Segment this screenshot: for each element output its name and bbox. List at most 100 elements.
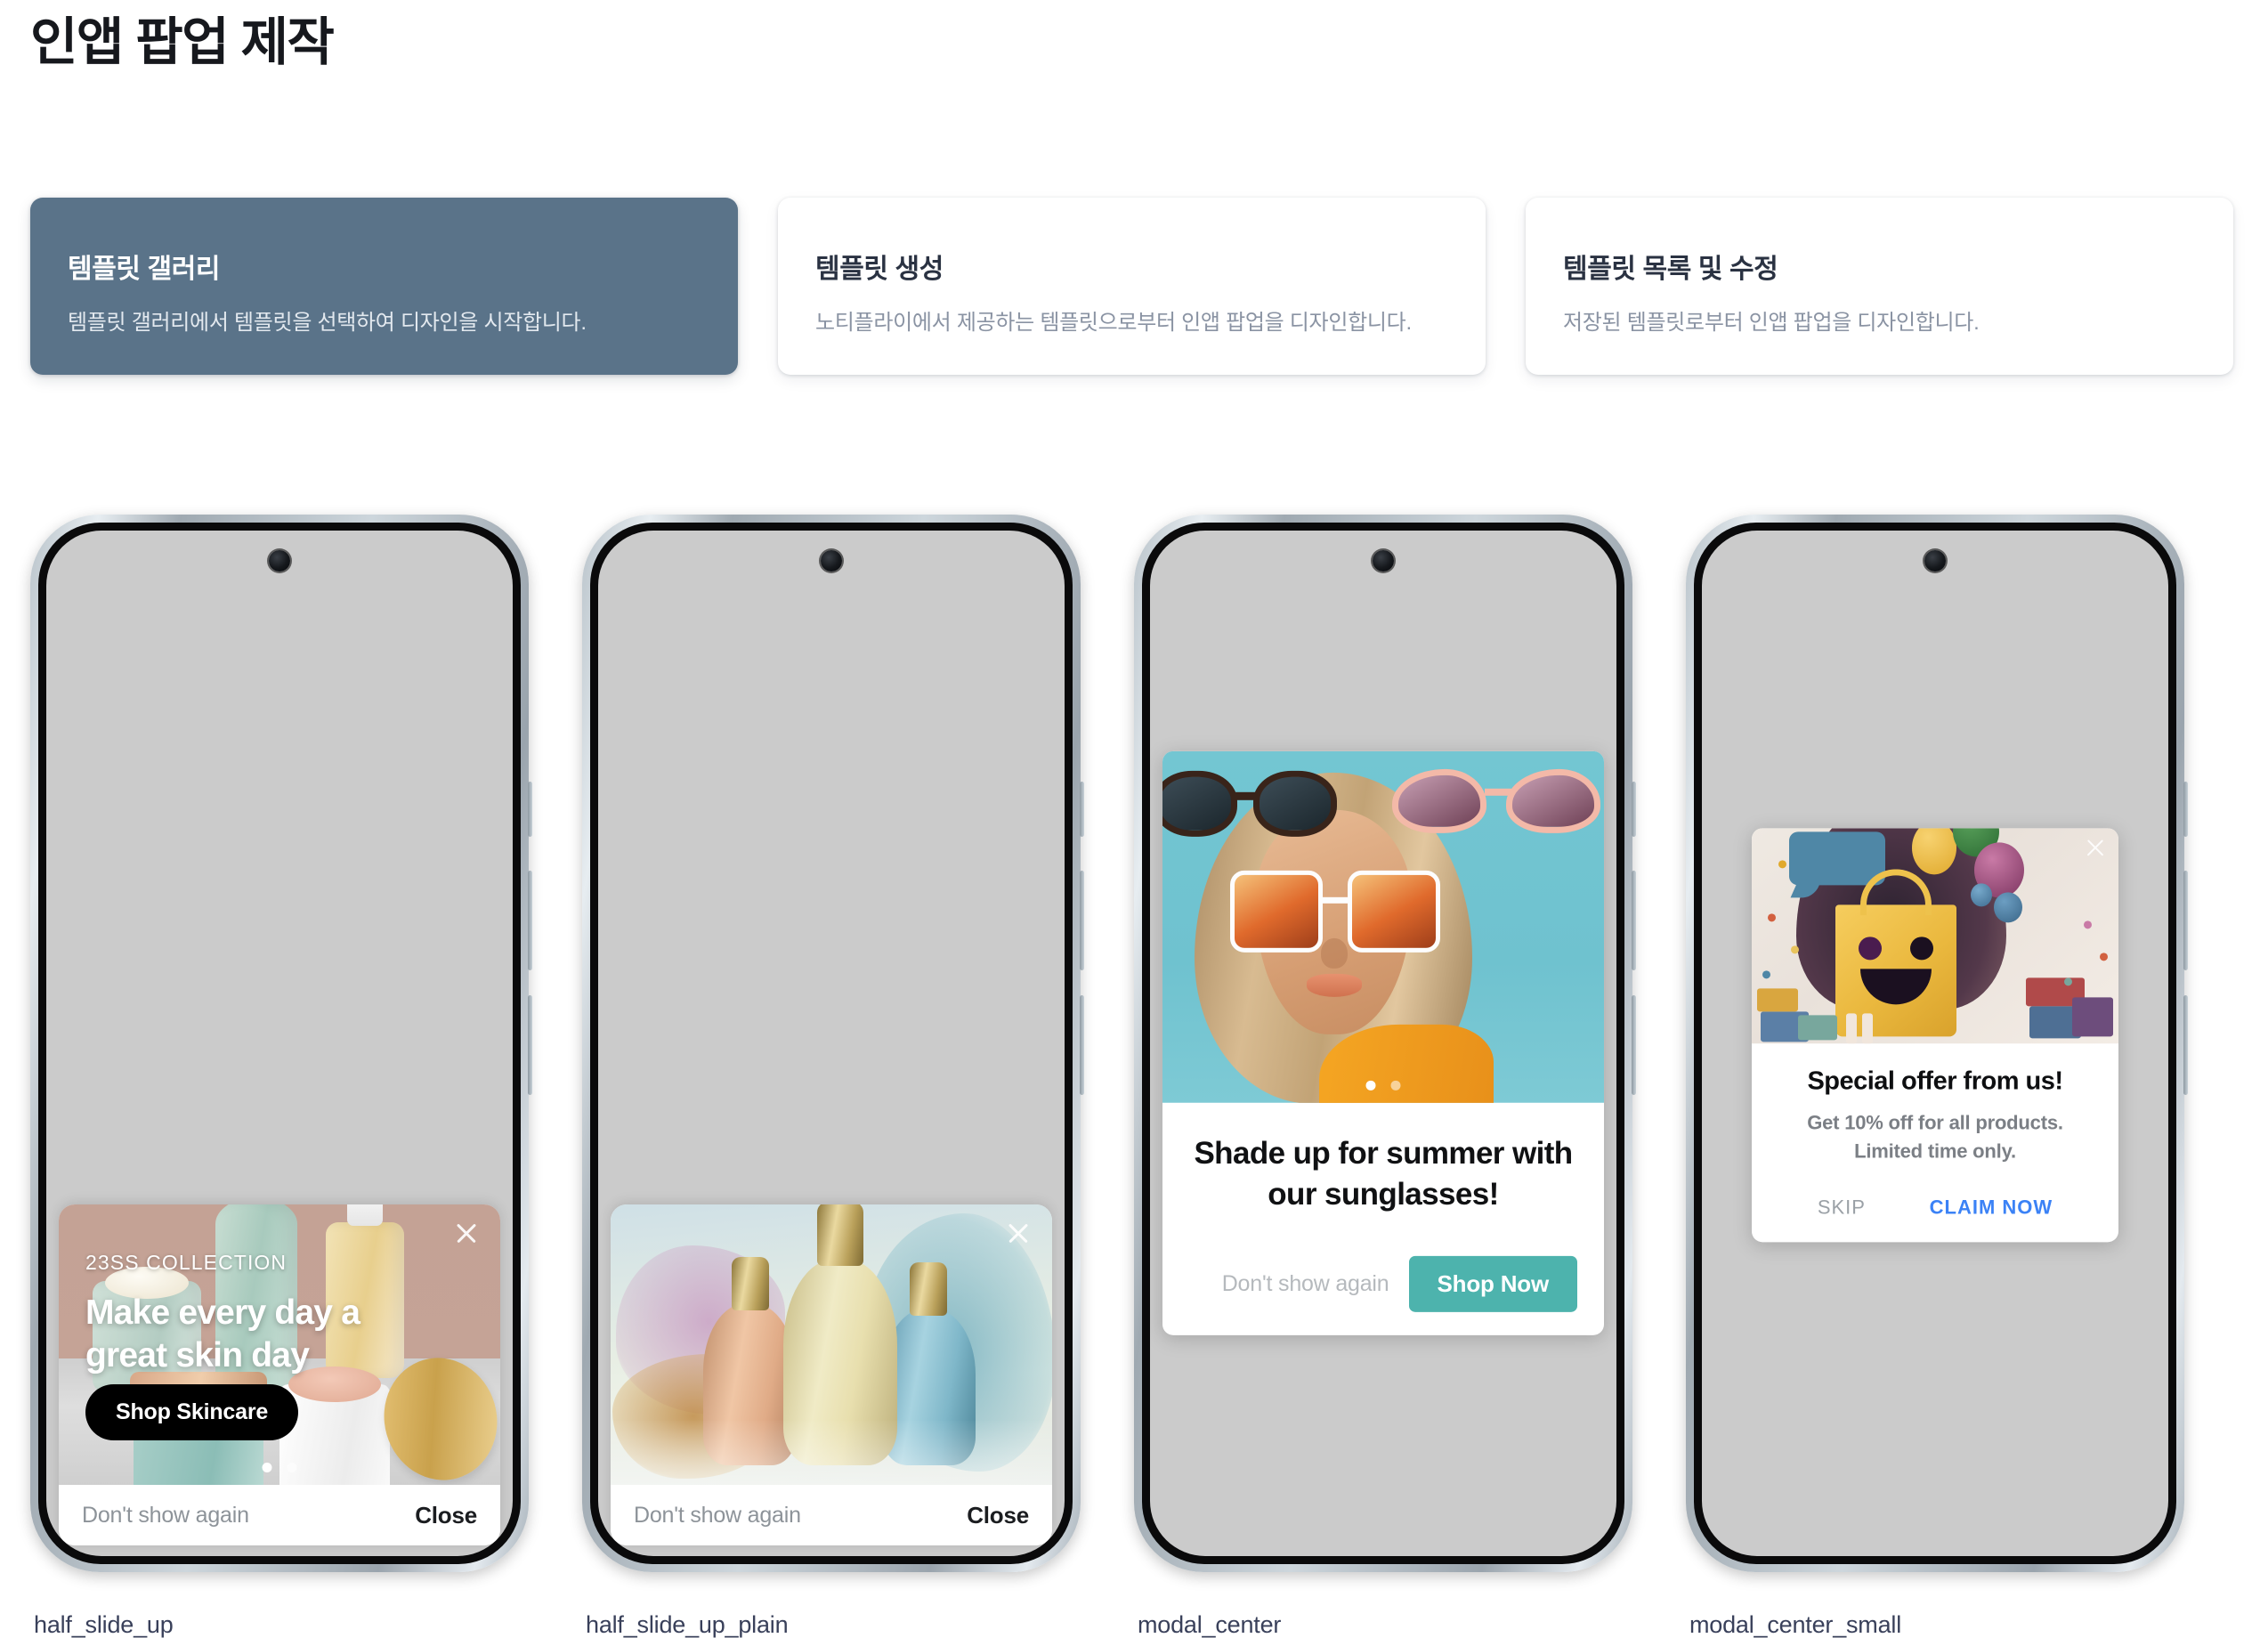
modal-center-small-popup[interactable]: Special offer from us! Get 10% off for a…	[1752, 828, 2118, 1243]
popup-hero-image: 23SS COLLECTION Make every day a great s…	[59, 1204, 500, 1485]
carousel-dot[interactable]	[287, 1463, 297, 1472]
carousel-dot[interactable]	[1390, 1080, 1401, 1091]
popup-subtext: Get 10% off for all products. Limited ti…	[1770, 1108, 2101, 1165]
popup-body: Special offer from us! Get 10% off for a…	[1752, 1043, 2118, 1242]
phone-volume-down-button	[2183, 995, 2188, 1095]
lens-left	[1230, 870, 1323, 953]
popup-eyebrow: 23SS COLLECTION	[85, 1251, 288, 1274]
popup-hero-image	[1752, 828, 2118, 1044]
speech-bubble-icon	[1789, 831, 1885, 886]
close-icon[interactable]	[452, 1219, 481, 1247]
phone-screen: 23SS COLLECTION Make every day a great s…	[46, 531, 513, 1556]
popup-headline: Special offer from us!	[1807, 1066, 2063, 1096]
confetti	[2084, 920, 2092, 929]
sunglasses-dark	[1162, 770, 1337, 840]
gift-box	[1798, 1015, 1837, 1041]
popup-subtext-line2: Limited time only.	[1854, 1139, 2016, 1163]
shop-now-button[interactable]: Shop Now	[1408, 1256, 1577, 1313]
sunglasses-pink	[1392, 768, 1600, 844]
skip-button[interactable]: SKIP	[1818, 1196, 1866, 1219]
popup-cta-button[interactable]: Shop Skincare	[85, 1384, 299, 1440]
template-preview-half-slide-up-plain[interactable]: Don't show again Close half_slide_up_pla…	[582, 515, 1134, 1638]
page-title: 인앱 팝업 제작	[30, 13, 335, 71]
candle	[1846, 1013, 1857, 1044]
template-name-label: half_slide_up_plain	[586, 1611, 789, 1638]
camera-punchhole-icon	[269, 550, 290, 572]
phone-screen: Special offer from us! Get 10% off for a…	[1702, 531, 2168, 1556]
phone-mockup: Special offer from us! Get 10% off for a…	[1686, 515, 2188, 1572]
phone-side-button	[1080, 782, 1084, 837]
phone-bezel: Special offer from us! Get 10% off for a…	[1694, 523, 2176, 1564]
carousel-dots[interactable]	[262, 1463, 297, 1472]
phone-bezel: Don't show again Close	[590, 523, 1073, 1564]
template-name-label: half_slide_up	[34, 1611, 174, 1638]
gift-box	[1757, 988, 1798, 1012]
confetti	[1778, 860, 1786, 869]
phone-screen: Shade up for summer with our sunglasses!…	[1150, 531, 1616, 1556]
popup-footer: Don't show again Close	[611, 1485, 1052, 1545]
card-template-create[interactable]: 템플릿 생성 노티플라이에서 제공하는 템플릿으로부터 인앱 팝업을 디자인합니…	[778, 198, 1486, 376]
template-preview-modal-center-small[interactable]: Special offer from us! Get 10% off for a…	[1686, 515, 2238, 1638]
half-slide-up-popup[interactable]: 23SS COLLECTION Make every day a great s…	[59, 1204, 500, 1545]
phone-side-button	[528, 782, 532, 837]
card-title: 템플릿 갤러리	[68, 255, 221, 284]
popup-actions: Don't show again Shop Now	[1189, 1256, 1577, 1313]
dont-show-again-button[interactable]: Don't show again	[634, 1503, 801, 1529]
lens-left	[1392, 768, 1486, 833]
card-title: 템플릿 생성	[815, 255, 944, 284]
popup-footer: Don't show again Close	[59, 1485, 500, 1545]
popup-hero-image	[1162, 750, 1604, 1103]
template-preview-modal-center[interactable]: Shade up for summer with our sunglasses!…	[1134, 515, 1686, 1638]
lens-right	[1348, 870, 1440, 953]
in-app-popup-builder-page: 인앱 팝업 제작 템플릿 갤러리 템플릿 갤러리에서 템플릿을 선택하여 디자인…	[0, 0, 2268, 1638]
phone-volume-up-button	[1080, 871, 1084, 970]
dont-show-again-button[interactable]: Don't show again	[1222, 1271, 1389, 1297]
popup-actions: SKIP CLAIM NOW	[1770, 1196, 2101, 1224]
gift-bag-image	[1752, 828, 2118, 1044]
confetti	[1762, 970, 1770, 979]
close-button[interactable]: Close	[967, 1502, 1029, 1529]
dont-show-again-button[interactable]: Don't show again	[82, 1503, 249, 1529]
phone-volume-down-button	[528, 995, 532, 1095]
popup-headline: Shade up for summer with our sunglasses!	[1194, 1135, 1573, 1212]
modal-center-popup[interactable]: Shade up for summer with our sunglasses!…	[1162, 750, 1604, 1336]
phone-mockup: Don't show again Close	[582, 515, 1084, 1572]
phone-volume-up-button	[528, 871, 532, 970]
carousel-dots[interactable]	[1365, 1080, 1401, 1091]
confetti	[1791, 945, 1799, 954]
close-icon[interactable]	[2085, 837, 2106, 858]
card-template-list-edit[interactable]: 템플릿 목록 및 수정 저장된 템플릿로부터 인앱 팝업을 디자인합니다.	[1526, 198, 2233, 376]
phone-screen: Don't show again Close	[598, 531, 1065, 1556]
lens-right	[1253, 770, 1337, 837]
candle	[1862, 1013, 1873, 1044]
template-preview-gallery: 23SS COLLECTION Make every day a great s…	[30, 515, 2238, 1638]
model-lips	[1307, 973, 1362, 997]
confetti	[2100, 953, 2108, 961]
template-name-label: modal_center_small	[1689, 1611, 1902, 1638]
lens-right	[1506, 768, 1600, 833]
card-title: 템플릿 목록 및 수정	[1563, 255, 1778, 284]
phone-volume-up-button	[1632, 871, 1636, 970]
template-source-cards: 템플릿 갤러리 템플릿 갤러리에서 템플릿을 선택하여 디자인을 시작합니다. …	[30, 198, 2238, 376]
sunglasses-image	[1162, 750, 1604, 1103]
phone-bezel: 23SS COLLECTION Make every day a great s…	[38, 523, 521, 1564]
carousel-dot-active[interactable]	[262, 1463, 272, 1472]
card-description: 저장된 템플릿로부터 인앱 팝업을 디자인합니다.	[1563, 311, 1980, 335]
perfume-image	[611, 1204, 1052, 1485]
half-slide-up-plain-popup[interactable]: Don't show again Close	[611, 1204, 1052, 1545]
card-template-gallery[interactable]: 템플릿 갤러리 템플릿 갤러리에서 템플릿을 선택하여 디자인을 시작합니다.	[30, 198, 738, 376]
popup-hero-image	[611, 1204, 1052, 1485]
claim-now-button[interactable]: CLAIM NOW	[1930, 1196, 2053, 1219]
carousel-dot-active[interactable]	[1365, 1080, 1376, 1091]
camera-punchhole-icon	[1373, 550, 1394, 572]
close-button[interactable]: Close	[415, 1502, 477, 1529]
card-description: 노티플라이에서 제공하는 템플릿으로부터 인앱 팝업을 디자인합니다.	[815, 311, 1412, 335]
phone-volume-down-button	[1632, 995, 1636, 1095]
phone-side-button	[1632, 782, 1636, 837]
template-preview-half-slide-up[interactable]: 23SS COLLECTION Make every day a great s…	[30, 515, 582, 1638]
popup-subtext-line1: Get 10% off for all products.	[1807, 1111, 2063, 1134]
close-icon[interactable]	[1004, 1219, 1033, 1247]
confetti	[2064, 977, 2072, 986]
card-description: 템플릿 갤러리에서 템플릿을 선택하여 디자인을 시작합니다.	[68, 311, 587, 335]
surface-reflection	[611, 1421, 1052, 1485]
